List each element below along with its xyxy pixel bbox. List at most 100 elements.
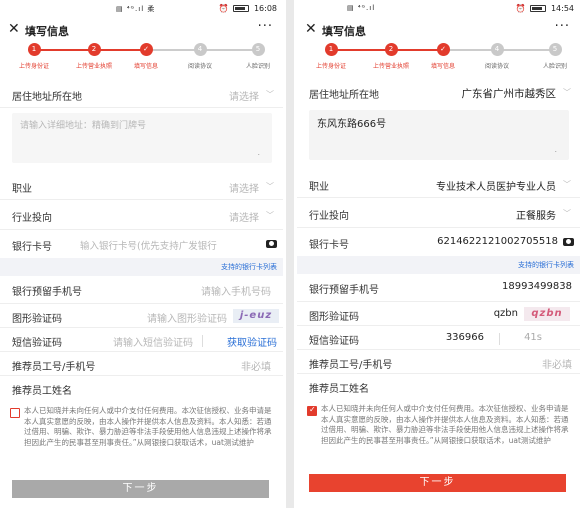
residence-select[interactable]: 请选择 [229, 88, 259, 103]
close-icon[interactable]: ✕ [8, 21, 20, 37]
step-todo-icon: 4 [490, 43, 504, 56]
clock-time: 14:54 [550, 4, 574, 13]
divider [499, 333, 500, 345]
reserved-phone-input[interactable]: 请输入手机号码 [201, 283, 271, 298]
next-button[interactable]: 下一步 [309, 474, 566, 492]
more-menu-icon[interactable]: ··· [555, 19, 570, 34]
referrer-id-input[interactable]: 非必填 [542, 356, 572, 371]
occupation-row[interactable]: 职业 专业技术人员医护专业人员 ﹀ [297, 170, 580, 198]
status-bar: ▤ ⁴ᴳ.ıl 柔 ⏰ 16:08 [0, 0, 283, 18]
next-button[interactable]: 下一步 [12, 480, 269, 498]
captcha-image[interactable]: qzbn [524, 307, 570, 321]
left-screen: ▤ ⁴ᴳ.ıl 柔 ⏰ 16:08 ✕ 填写信息 ··· 1 上传身份证 2 上传营… [0, 0, 283, 508]
industry-label: 行业投向 [12, 213, 52, 224]
occupation-label: 职业 [309, 182, 329, 193]
step-todo-icon: 5 [548, 43, 562, 56]
occupation-label: 职业 [12, 184, 32, 195]
occupation-select[interactable]: 专业技术人员医护专业人员 [436, 178, 556, 193]
sms-input[interactable]: 请输入短信验证码 [113, 334, 193, 349]
camera-icon[interactable] [266, 240, 277, 248]
status-bar: ▤ ⁴ᴳ.ıl ⏰ 14:54 [297, 0, 580, 18]
step-5: 5 人脸识别 [245, 43, 270, 70]
step-2: 2 上传营业执照 [372, 43, 409, 70]
chevron-down-icon: ﹀ [563, 209, 571, 218]
step-3: ✓ 填写信息 [133, 43, 158, 70]
chevron-down-icon: ﹀ [563, 180, 571, 189]
page-title: 填写信息 [25, 25, 69, 38]
step-done-icon: 1 [27, 43, 41, 56]
address-input[interactable]: 请输入详细地址：精确到门牌号 . [12, 113, 272, 163]
sms-input[interactable]: 336966 [446, 332, 484, 343]
agreement-checkbox[interactable] [307, 405, 317, 416]
reserved-phone-row: 银行预留手机号 请输入手机号码 [0, 276, 283, 304]
occupation-row[interactable]: 职业 请选择 ﹀ [0, 172, 283, 200]
reserved-phone-label: 银行预留手机号 [12, 287, 82, 298]
sms-label: 短信验证码 [12, 338, 62, 349]
step-todo-icon: 5 [251, 43, 265, 56]
agreement: 本人已知晓并未向任何人或中介支付任何费用。本次征信授权、业务申请是本人真实意愿的… [10, 406, 276, 448]
bank-card-input[interactable]: 6214622121002705518 [437, 236, 558, 247]
bank-list-link[interactable]: 支持的银行卡列表 [297, 256, 580, 274]
referrer-id-row: 推荐员工号/手机号 非必填 [0, 352, 283, 376]
page-title: 填写信息 [322, 25, 366, 38]
captcha-row: 图形验证码 请输入图形验证码 j-euz [0, 304, 283, 328]
alarm-icon: ⏰ [515, 4, 526, 13]
industry-select[interactable]: 正餐服务 [516, 207, 556, 222]
industry-select[interactable]: 请选择 [229, 209, 259, 224]
chevron-down-icon: ﹀ [266, 182, 274, 191]
captcha-label: 图形验证码 [12, 314, 62, 325]
captcha-input[interactable]: qzbn [494, 308, 518, 319]
bank-card-label: 银行卡号 [309, 240, 349, 251]
camera-icon[interactable] [563, 238, 574, 246]
chevron-down-icon: ﹀ [266, 211, 274, 220]
screen-divider [286, 0, 294, 508]
captcha-row: 图形验证码 qzbn qzbn [297, 302, 580, 326]
check-icon: ✓ [139, 43, 153, 56]
status-right: ⏰ 16:08 [219, 4, 277, 13]
step-3: ✓ 填写信息 [430, 43, 455, 70]
signal-indicator: ▤ ⁴ᴳ.ıl 柔 [116, 5, 156, 13]
chevron-down-icon: ﹀ [563, 88, 571, 97]
divider [202, 335, 203, 347]
reserved-phone-label: 银行预留手机号 [309, 285, 379, 296]
industry-row[interactable]: 行业投向 正餐服务 ﹀ [297, 198, 580, 228]
referrer-name-row: 推荐员工姓名 [0, 376, 283, 400]
more-menu-icon[interactable]: ··· [258, 19, 273, 34]
industry-row[interactable]: 行业投向 请选择 ﹀ [0, 200, 283, 230]
step-1: 1 上传身份证 [315, 43, 346, 70]
chevron-down-icon: ﹀ [266, 90, 274, 99]
clock-time: 16:08 [253, 4, 277, 13]
agreement-checkbox[interactable] [10, 408, 20, 418]
address-input[interactable]: 东风东路666号 . [309, 110, 569, 160]
residence-select[interactable]: 广东省广州市越秀区 [462, 86, 557, 101]
referrer-name-label: 推荐员工姓名 [12, 386, 72, 397]
sms-label: 短信验证码 [309, 336, 359, 347]
address-value: 东风东路666号 [317, 119, 387, 130]
reserved-phone-input[interactable]: 18993499838 [502, 281, 572, 292]
occupation-select[interactable]: 请选择 [229, 180, 259, 195]
bank-list-link[interactable]: 支持的银行卡列表 [0, 258, 283, 276]
step-todo-icon: 4 [193, 43, 207, 56]
close-icon[interactable]: ✕ [305, 21, 317, 37]
residence-row[interactable]: 居住地址所在地 请选择 ﹀ [0, 82, 283, 108]
battery-icon [233, 5, 250, 12]
resize-dot: . [257, 148, 260, 157]
industry-label: 行业投向 [309, 211, 349, 222]
agreement-text: 本人已知晓并未向任何人或中介支付任何费用。本次征信授权、业务申请是本人真实意愿的… [24, 406, 272, 447]
bank-card-input[interactable]: 输入银行卡号(优先支持广发银行 [80, 238, 217, 252]
sms-row: 短信验证码 336966 41s [297, 326, 580, 350]
agreement-text: 本人已知晓并未向任何人或中介支付任何费用。本次征信授权、业务申请是本人真实意愿的… [321, 404, 569, 445]
referrer-id-input[interactable]: 非必填 [241, 358, 271, 373]
signal-indicator: ▤ ⁴ᴳ.ıl [347, 4, 376, 12]
referrer-id-label: 推荐员工号/手机号 [12, 362, 96, 373]
captcha-input[interactable]: 请输入图形验证码 [147, 310, 227, 325]
residence-label: 居住地址所在地 [12, 92, 82, 103]
step-1: 1 上传身份证 [18, 43, 49, 70]
get-code-button[interactable]: 获取验证码 [227, 334, 277, 349]
step-4: 4 阅读协议 [187, 43, 212, 70]
residence-row[interactable]: 居住地址所在地 广东省广州市越秀区 ﹀ [297, 80, 580, 106]
captcha-image[interactable]: j-euz [233, 309, 279, 323]
step-done-icon: 2 [384, 43, 398, 56]
address-placeholder: 请输入详细地址：精确到门牌号 [20, 121, 147, 131]
residence-label: 居住地址所在地 [309, 90, 379, 101]
